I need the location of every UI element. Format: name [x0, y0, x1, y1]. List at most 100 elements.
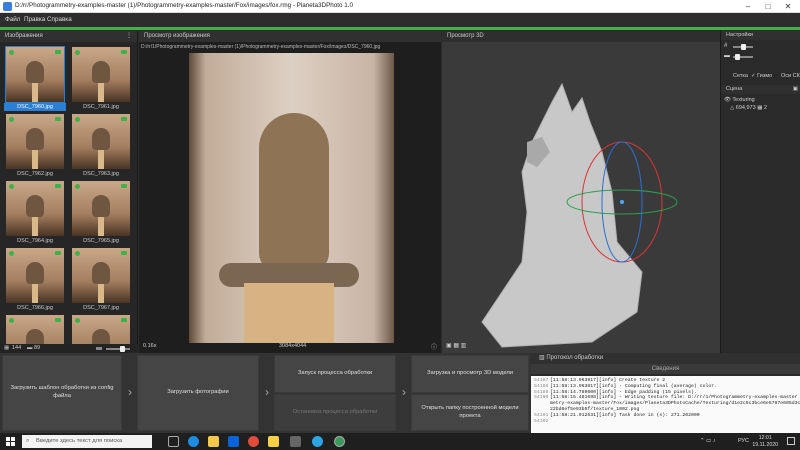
scene-collapse-icon[interactable]: ▣ — [793, 85, 798, 94]
scene-item-label: Texturing — [732, 97, 755, 103]
thumbnail-subject — [26, 262, 44, 284]
vertex-count: 694,973 — [735, 105, 756, 111]
camera-status-icon — [55, 117, 61, 121]
edge-browser-icon[interactable] — [188, 436, 199, 447]
thumbnail-item[interactable]: DSC_7960.jpg — [4, 45, 66, 111]
thumbnail-label: DSC_7965.jpg — [83, 238, 119, 244]
thumbnail-image — [72, 248, 130, 303]
maximize-button[interactable]: □ — [758, 0, 778, 13]
camera-size-slider[interactable] — [733, 54, 753, 60]
menu-edit[interactable]: Правка — [24, 16, 45, 23]
thumbnail-item[interactable]: DSC_7963.jpg — [70, 112, 132, 178]
load-template-button[interactable]: Загрузить шаблон обработки из config фай… — [2, 355, 122, 431]
step-arrow-icon: › — [402, 385, 406, 399]
load-view-3d-button[interactable]: Загрузка и просмотр 3D модели — [411, 355, 529, 393]
thumbnail-item[interactable]: DSC_7962.jpg — [4, 112, 66, 178]
aligned-status-icon — [9, 184, 14, 189]
menu-file[interactable]: Файл — [5, 16, 20, 23]
axes-toggle[interactable]: Оси СК — [781, 73, 800, 79]
tray-icons[interactable]: ⌃ ▭ ♪ — [700, 438, 716, 444]
camera-size-icon: ▬ — [724, 53, 730, 59]
scene-title: Сцена — [726, 86, 743, 92]
search-icon: ⌕ — [26, 438, 30, 444]
log-line-text: metry-examples-master/Fox/images/Planeta… — [550, 401, 800, 407]
taskbar-clock[interactable]: 12:01 19.11.2020 — [752, 435, 778, 448]
app-icon-generic[interactable] — [290, 436, 301, 447]
thumbnail-image — [5, 46, 65, 103]
gizmo-toggle[interactable]: ✓ Гизмо — [751, 73, 772, 79]
windows-start-icon[interactable] — [6, 437, 15, 446]
thumbnail-stand — [98, 150, 104, 169]
zoom-level: 0.16x — [143, 343, 157, 349]
texture-count: 2 — [763, 105, 767, 111]
thumbnail-image — [72, 47, 130, 102]
grid-toggle[interactable]: Сетка — [733, 73, 748, 79]
notifications-icon[interactable] — [787, 437, 795, 445]
taskbar-search-placeholder: Введите здесь текст для поиска — [36, 438, 123, 444]
start-processing-button[interactable]: Запуск процесса обработки — [274, 355, 396, 393]
images-panel: Изображения ⋮ DSC_7960.jpg DSC_7961.jpg DS… — [0, 31, 138, 370]
view-3d-panel[interactable]: Просмотр 3D ▣ ▦ ▥ — [442, 31, 720, 353]
file-explorer-icon[interactable] — [208, 436, 219, 447]
thumbnail-label: DSC_7967.jpg — [83, 305, 119, 311]
thumbnail-label: DSC_7963.jpg — [83, 171, 119, 177]
images-count: 144 — [12, 345, 22, 351]
menu-help[interactable]: Справка — [47, 16, 72, 23]
thumbnail-stand — [98, 83, 104, 102]
grid-size-slider[interactable] — [733, 44, 753, 50]
image-view-panel: Просмотр изображения D:/rr/1/Photogramme… — [139, 31, 441, 353]
task-view-icon[interactable] — [168, 436, 179, 447]
aligned-status-icon — [75, 117, 80, 122]
info-icon[interactable]: ⓘ — [431, 342, 437, 351]
log-line-text: [11:58:15.481698][info] - Writing textur… — [550, 395, 800, 401]
camera-status-icon — [121, 251, 127, 255]
thumbnail-subject — [92, 262, 110, 284]
panel-menu-icon[interactable]: ⋮ — [126, 31, 132, 42]
thumbnail-subject — [26, 195, 44, 217]
thumbnail-label: DSC_7964.jpg — [17, 238, 53, 244]
thumbnail-item[interactable]: DSC_7966.jpg — [4, 246, 66, 312]
image-resolution: 3084x4044 — [279, 343, 307, 349]
photo-preview[interactable] — [189, 53, 394, 343]
images-panel-title: Изображения — [5, 33, 43, 39]
thumbnail-image — [72, 114, 130, 169]
thumbnail-stand — [98, 217, 104, 236]
load-photos-button[interactable]: Загрузить фотографии — [137, 355, 259, 431]
menu-bar: Файл Правка Справка — [0, 13, 800, 27]
thumb-size-slider[interactable] — [106, 346, 130, 352]
folder-icon[interactable] — [268, 436, 279, 447]
camera-status-icon — [121, 318, 127, 322]
aligned-status-icon — [9, 117, 14, 122]
minimize-button[interactable]: – — [738, 0, 758, 13]
thumbnail-item[interactable]: DSC_7967.jpg — [70, 246, 132, 312]
thumbnail-stand — [32, 150, 38, 169]
open-model-folder-button[interactable]: Открыть папку построенной модели проекта — [411, 394, 529, 431]
log-header: ▥ Протокол обработки — [531, 353, 800, 364]
aligned-status-icon — [9, 318, 14, 323]
planeta3dphoto-taskbar-icon[interactable] — [334, 436, 345, 447]
model-3d-render[interactable] — [442, 42, 720, 353]
thumbnail-subject — [26, 128, 44, 150]
thumbnail-item[interactable]: DSC_7964.jpg — [4, 179, 66, 245]
thumbnail-item[interactable]: DSC_7961.jpg — [70, 45, 132, 111]
eye-icon[interactable]: 👁 — [724, 97, 731, 103]
photo-subject — [259, 113, 329, 273]
view-mode-icons[interactable]: ▣ ▦ ▥ — [446, 342, 466, 349]
thumbnail-subject — [92, 128, 110, 150]
action-bar: Загрузить шаблон обработки из config фай… — [0, 353, 800, 433]
thumbnail-image — [72, 181, 130, 236]
thumbnail-subject — [92, 195, 110, 217]
thumbnail-stand — [98, 284, 104, 303]
close-button[interactable]: ✕ — [778, 0, 798, 13]
chrome-icon[interactable] — [248, 436, 259, 447]
language-indicator[interactable]: РУС — [738, 438, 749, 444]
thumbnail-subject — [26, 61, 44, 83]
log-body[interactable]: 54187 [11:58:13.963817][info] Create text… — [531, 376, 800, 433]
thumbnail-item[interactable]: DSC_7965.jpg — [70, 179, 132, 245]
telegram-icon[interactable] — [312, 436, 323, 447]
taskbar-search-input[interactable]: ⌕ Введите здесь текст для поиска — [22, 435, 152, 448]
scene-item-texturing[interactable]: 👁 Texturing — [724, 97, 755, 103]
title-bar: D:/rr/Photogrammetry-examples-master (1)… — [0, 0, 800, 13]
mail-icon[interactable] — [228, 436, 239, 447]
stop-processing-button[interactable]: Остановка процесса обработки — [274, 394, 396, 431]
